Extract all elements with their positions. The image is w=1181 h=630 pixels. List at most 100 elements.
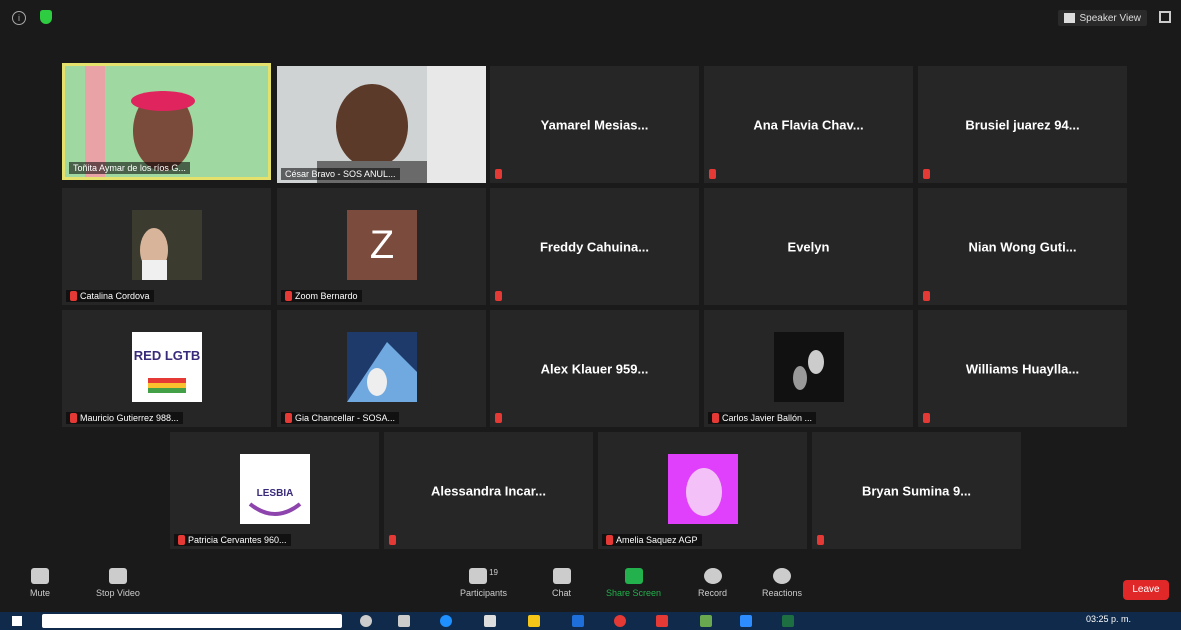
fullscreen-icon[interactable] (1159, 11, 1171, 23)
participant-tile[interactable]: Z Zoom Bernardo (277, 188, 486, 305)
participant-name-tag: Gia Chancellar - SOSA... (281, 412, 400, 424)
task-view-icon[interactable] (398, 615, 410, 627)
participant-tile[interactable]: César Bravo - SOS ANUL... (277, 66, 486, 183)
reactions-icon (773, 568, 792, 584)
participant-tile[interactable]: LESBIA Patricia Cervantes 960... (170, 432, 379, 549)
participant-video (347, 332, 417, 402)
mail-icon[interactable] (572, 615, 584, 627)
participant-name: Williams Huaylla... (965, 361, 1080, 376)
participant-tile[interactable]: Evelyn (704, 188, 913, 305)
app-icon[interactable] (700, 615, 712, 627)
participant-name: Ana Flavia Chav... (753, 117, 864, 132)
shield-icon[interactable] (40, 10, 52, 24)
svg-text:LESBIA: LESBIA (257, 488, 294, 499)
info-icon[interactable]: i (12, 11, 26, 25)
participant-tile[interactable]: Williams Huaylla... (918, 310, 1127, 427)
mic-muted-icon (70, 413, 77, 423)
participants-icon (469, 568, 488, 584)
avatar: Z (347, 210, 417, 280)
participant-tile[interactable]: RED LGTB Mauricio Gutierrez 988... (62, 310, 271, 427)
participant-name: Alex Klauer 959... (540, 361, 649, 376)
folder-icon[interactable] (528, 615, 540, 627)
participant-name-tag: Mauricio Gutierrez 988... (66, 412, 183, 424)
cortana-icon[interactable] (360, 615, 372, 627)
participant-tile[interactable]: Alex Klauer 959... (490, 310, 699, 427)
lesbia-logo: LESBIA (240, 454, 310, 524)
mic-muted-icon (495, 169, 502, 179)
participant-tile[interactable]: Ana Flavia Chav... (704, 66, 913, 183)
participant-name-tag: Zoom Bernardo (281, 290, 362, 302)
taskbar-search-input[interactable] (42, 614, 342, 628)
participant-video (668, 454, 738, 524)
red-lgtb-logo: RED LGTB (132, 332, 202, 402)
share-screen-button[interactable]: Share Screen (606, 568, 661, 598)
mic-muted-icon (178, 535, 185, 545)
participant-tile[interactable]: Brusiel juarez 94... (918, 66, 1127, 183)
participants-button[interactable]: 19 Participants (460, 568, 507, 598)
participant-name-tag: César Bravo - SOS ANUL... (281, 168, 400, 180)
participant-name: Brusiel juarez 94... (965, 117, 1080, 132)
mic-muted-icon (712, 413, 719, 423)
chat-button[interactable]: Chat (552, 568, 571, 598)
mute-button[interactable]: Mute (30, 568, 50, 598)
mic-muted-icon (709, 169, 716, 179)
mic-muted-icon (285, 291, 292, 301)
participant-video (774, 332, 844, 402)
record-icon (703, 568, 722, 584)
office-icon[interactable] (656, 615, 668, 627)
edge-icon[interactable] (440, 615, 452, 627)
mic-muted-icon (70, 291, 77, 301)
participant-video (132, 210, 202, 280)
participant-tile[interactable]: Amelia Saquez AGP (598, 432, 807, 549)
leave-button[interactable]: Leave (1123, 580, 1169, 600)
participant-video (65, 66, 268, 177)
participant-name-tag: Toñita Aymar de los ríos G... (69, 162, 190, 174)
mic-muted-icon (606, 535, 613, 545)
excel-icon[interactable] (782, 615, 794, 627)
zoom-icon[interactable] (740, 615, 752, 627)
participant-name: Yamarel Mesias... (540, 117, 649, 132)
participant-tile[interactable]: Gia Chancellar - SOSA... (277, 310, 486, 427)
meeting-controls-bar: Mute Stop Video 19 Participants Chat Sha… (0, 560, 1181, 612)
svg-text:RED LGTB: RED LGTB (134, 348, 200, 363)
mic-muted-icon (817, 535, 824, 545)
mic-muted-icon (923, 169, 930, 179)
participant-tile[interactable]: Alessandra Incar... (384, 432, 593, 549)
participant-name-tag: Amelia Saquez AGP (602, 534, 702, 546)
participant-tile[interactable]: Carlos Javier Ballón ... (704, 310, 913, 427)
speaker-view-button[interactable]: Speaker View (1058, 10, 1147, 26)
participant-tile[interactable]: Nian Wong Guti... (918, 188, 1127, 305)
mic-muted-icon (495, 413, 502, 423)
top-bar: i Speaker View (0, 0, 1181, 36)
reactions-button[interactable]: Reactions (762, 568, 802, 598)
participant-video (277, 66, 486, 183)
participant-name: Freddy Cahuina... (539, 239, 650, 254)
microphone-icon (31, 568, 49, 584)
taskbar-clock[interactable]: 03:25 p. m. (1086, 614, 1131, 624)
stop-video-button[interactable]: Stop Video (96, 568, 140, 598)
participant-tile[interactable]: Catalina Cordova (62, 188, 271, 305)
participant-name-tag: Catalina Cordova (66, 290, 154, 302)
participant-tile[interactable]: Yamarel Mesias... (490, 66, 699, 183)
share-screen-icon (624, 568, 643, 584)
participant-name-tag: Patricia Cervantes 960... (174, 534, 291, 546)
participant-name: Nian Wong Guti... (968, 239, 1077, 254)
participant-name: Evelyn (787, 239, 830, 254)
participant-name: Alessandra Incar... (431, 483, 546, 498)
taskbar: 03:25 p. m. (0, 612, 1181, 630)
participant-name: Bryan Sumina 9... (861, 483, 972, 498)
grid-icon (1064, 13, 1076, 23)
store-icon[interactable] (484, 615, 496, 627)
video-camera-icon (108, 568, 127, 584)
record-button[interactable]: Record (698, 568, 727, 598)
mic-muted-icon (389, 535, 396, 545)
participant-tile[interactable]: Freddy Cahuina... (490, 188, 699, 305)
mic-muted-icon (923, 291, 930, 301)
chrome-icon[interactable] (614, 615, 626, 627)
mic-muted-icon (923, 413, 930, 423)
windows-start-icon[interactable] (12, 616, 22, 626)
participant-tile[interactable]: Toñita Aymar de los ríos G... (62, 63, 271, 180)
chat-icon (552, 568, 571, 584)
mic-muted-icon (495, 291, 502, 301)
participant-tile[interactable]: Bryan Sumina 9... (812, 432, 1021, 549)
